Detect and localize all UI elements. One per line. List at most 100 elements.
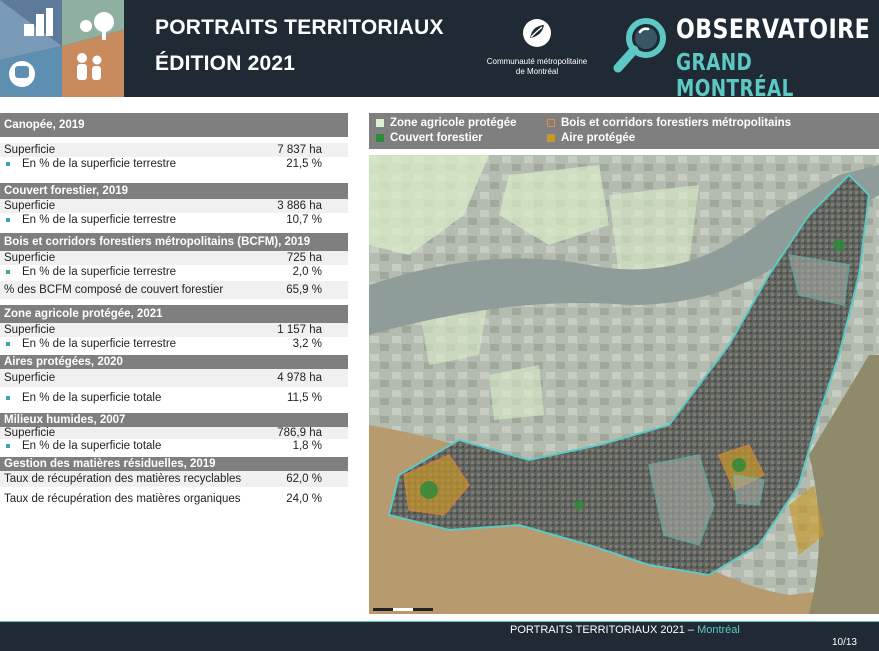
row-label-wrap: Superficie	[4, 144, 55, 156]
footer-text: PORTRAITS TERRITORIAUX 2021 –	[510, 624, 698, 636]
map-zone-agricole	[609, 185, 699, 275]
bullet-icon	[6, 162, 10, 166]
table-row: En % de la superficie totale 11,5 %	[0, 389, 348, 407]
legend-swatch-bcfm	[547, 119, 555, 127]
row-label-wrap: Taux de récupération des matières organi…	[4, 493, 241, 505]
row-label: Taux de récupération des matières organi…	[4, 493, 241, 505]
cmm-logo-icon	[523, 19, 551, 47]
row-value: 4 978 ha	[277, 372, 322, 384]
territory-map	[369, 155, 879, 614]
row-value: 24,0 %	[286, 493, 322, 505]
section-header: Couvert forestier, 2019	[0, 183, 348, 199]
row-value: 7 837 ha	[277, 144, 322, 156]
section-header: Canopée, 2019	[0, 113, 348, 137]
section-header: Milieux humides, 2007	[0, 413, 348, 427]
row-label-wrap: En % de la superficie terrestre	[4, 158, 176, 170]
section-header: Aires protégées, 2020	[0, 355, 348, 369]
legend-item-aire-protegee: Aire protégée	[547, 132, 635, 144]
legend-swatch-zone-agricole	[376, 119, 384, 127]
page-title-line2: ÉDITION 2021	[155, 52, 296, 75]
row-label: En % de la superficie terrestre	[22, 158, 177, 170]
row-value: 1 157 ha	[277, 324, 322, 336]
row-label-wrap: Superficie	[4, 372, 55, 384]
row-label-wrap: Superficie	[4, 252, 55, 264]
legend-swatch-couvert-forestier	[376, 134, 384, 142]
row-label-wrap: Superficie	[4, 324, 55, 336]
table-row: Taux de récupération des matières recycl…	[0, 471, 348, 487]
map-couvert-forestier	[420, 481, 438, 499]
legend-item-zone-agricole: Zone agricole protégée	[376, 117, 517, 129]
table-row: Taux de récupération des matières organi…	[0, 491, 348, 507]
row-label: Superficie	[4, 324, 56, 336]
row-value: 11,5 %	[287, 392, 322, 404]
table-row: En % de la superficie terrestre 21,5 %	[0, 157, 348, 171]
map-couvert-forestier	[833, 239, 845, 251]
magnifier-icon	[613, 18, 666, 73]
map-image	[369, 155, 879, 614]
map-couvert-forestier	[732, 458, 746, 472]
table-row: Superficie 3 886 ha	[0, 199, 348, 213]
page-title-line1: PORTRAITS TERRITORIAUX	[155, 16, 444, 39]
map-legend: Zone agricole protégée Bois et corridors…	[369, 113, 879, 149]
table-row: Superficie 1 157 ha	[0, 323, 348, 337]
legend-item-bcfm: Bois et corridors forestiers métropolita…	[547, 117, 791, 129]
row-label: Superficie	[4, 252, 56, 264]
legend-swatch-aire-protegee	[547, 134, 555, 142]
table-row: Superficie 4 978 ha	[0, 369, 348, 387]
row-label: En % de la superficie terrestre	[22, 214, 177, 226]
bullet-icon	[6, 218, 10, 222]
row-label: Superficie	[4, 427, 56, 439]
row-label-wrap: Taux de récupération des matières recycl…	[4, 473, 241, 485]
row-label-wrap: En % de la superficie terrestre	[4, 266, 176, 278]
row-label-wrap: Superficie	[4, 427, 55, 439]
row-value: 1,8 %	[292, 440, 322, 452]
row-label-wrap: En % de la superficie terrestre	[4, 214, 176, 226]
statistics-table: Canopée, 2019 Superficie 7 837 ha En % de l…	[0, 113, 348, 507]
legend-item-couvert-forestier: Couvert forestier	[376, 132, 483, 144]
row-value: 21,5 %	[286, 158, 322, 170]
row-label-wrap: En % de la superficie terrestre	[4, 338, 176, 350]
row-label-wrap: % des BCFM composé de couvert forestier	[4, 284, 223, 296]
map-couvert-forestier	[574, 500, 584, 510]
row-label: Superficie	[4, 200, 56, 212]
row-value: 3 886 ha	[277, 200, 322, 212]
portrait-badge-icon	[0, 0, 124, 97]
row-label: En % de la superficie terrestre	[22, 338, 177, 350]
legend-label: Zone agricole protégée	[390, 117, 517, 129]
table-row: % des BCFM composé de couvert forestier 6…	[0, 281, 348, 299]
row-label: En % de la superficie terrestre	[22, 266, 177, 278]
row-label-wrap: En % de la superficie totale	[4, 392, 161, 404]
table-row: En % de la superficie terrestre 2,0 %	[0, 265, 348, 279]
bullet-icon	[6, 342, 10, 346]
table-row: En % de la superficie totale 1,8 %	[0, 439, 348, 453]
row-value: 10,7 %	[286, 214, 322, 226]
row-label: Superficie	[4, 372, 56, 384]
row-value: 65,9 %	[286, 284, 322, 296]
row-value: 725 ha	[286, 252, 322, 264]
row-label-wrap: En % de la superficie totale	[4, 440, 161, 452]
row-value: 2,0 %	[292, 266, 322, 278]
table-row: Superficie 725 ha	[0, 251, 348, 265]
map-municipality-outline	[733, 474, 765, 506]
footer-accent-line	[0, 621, 879, 622]
row-label: % des BCFM composé de couvert forestier	[4, 284, 224, 296]
table-row: En % de la superficie terrestre 3,2 %	[0, 337, 348, 351]
row-label-wrap: Superficie	[4, 200, 55, 212]
page-header: PORTRAITS TERRITORIAUX ÉDITION 2021 Comm…	[0, 0, 879, 102]
bullet-icon	[6, 270, 10, 274]
row-label: En % de la superficie totale	[22, 440, 162, 452]
section-header: Zone agricole protégée, 2021	[0, 305, 348, 323]
footer-city: Montréal	[697, 624, 740, 636]
legend-label: Aire protégée	[561, 132, 636, 144]
row-label: Superficie	[4, 144, 56, 156]
row-value: 786,9 ha	[277, 427, 322, 439]
legend-label: Couvert forestier	[390, 132, 483, 144]
row-value: 62,0 %	[286, 473, 322, 485]
legend-label: Bois et corridors forestiers métropolita…	[561, 117, 792, 129]
section-header: Bois et corridors forestiers métropolita…	[0, 233, 348, 251]
table-row: En % de la superficie terrestre 10,7 %	[0, 213, 348, 227]
row-value: 3,2 %	[292, 338, 322, 350]
observatoire-subtitle: GRAND MONTRÉAL	[676, 50, 794, 102]
cmm-name-line2: de Montréal	[515, 67, 559, 76]
cmm-logo-block: Communauté métropolitaine de Montréal	[478, 18, 596, 77]
